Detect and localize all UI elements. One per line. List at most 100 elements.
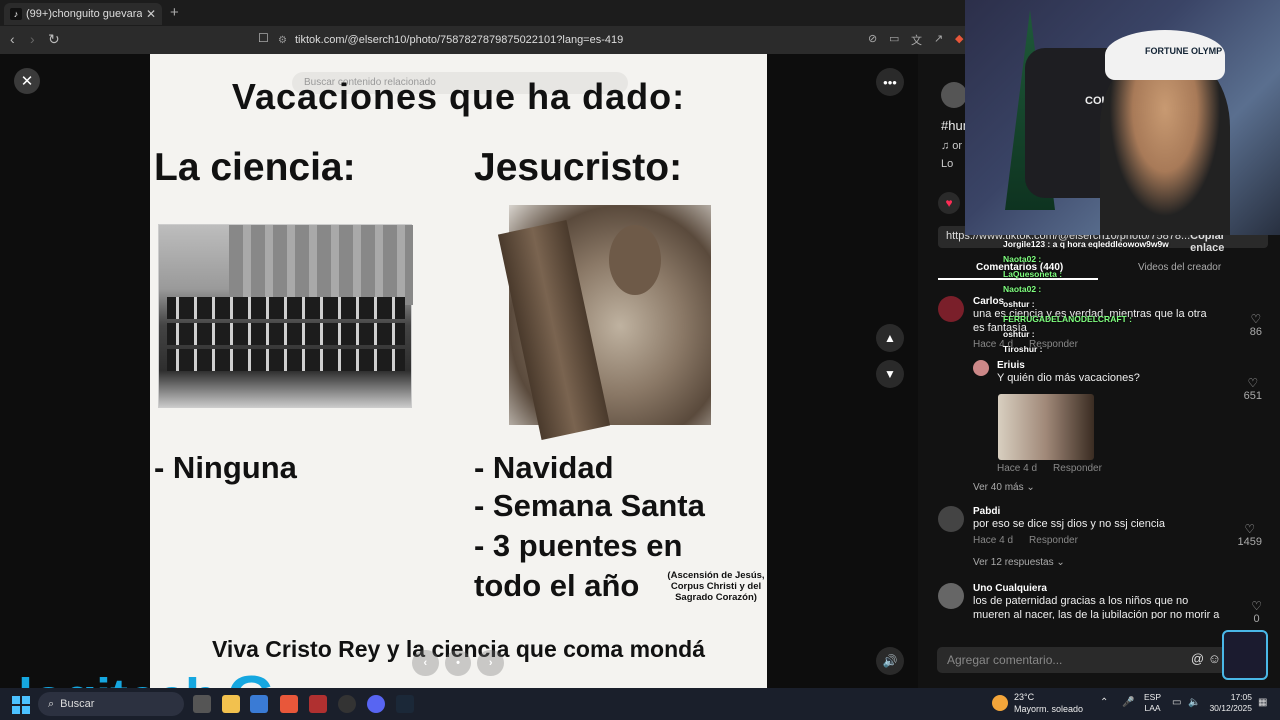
- comment-image[interactable]: [998, 394, 1094, 460]
- comment-reply: Eriuis Y quién dio más vacaciones?: [997, 360, 1197, 385]
- comment-like[interactable]: ♡ 86: [1250, 312, 1262, 338]
- people-row: [167, 349, 405, 371]
- file-explorer-icon[interactable]: [222, 695, 240, 713]
- meme-right-header: Jesucristo:: [474, 146, 683, 189]
- location-link[interactable]: Lo: [941, 158, 953, 170]
- voice-app-icon[interactable]: [309, 695, 327, 713]
- lang-layout: LAA: [1144, 703, 1161, 713]
- tab-close-icon[interactable]: ✕: [146, 7, 156, 21]
- next-slide-icon[interactable]: ›: [477, 650, 505, 676]
- task-view-icon[interactable]: [193, 695, 211, 713]
- system-clock[interactable]: 17:05 30/12/2025: [1208, 692, 1252, 714]
- store-icon[interactable]: [250, 695, 268, 713]
- add-comment-input[interactable]: Agregar comentario... @ ☺: [937, 647, 1227, 673]
- meme-footnote: (Ascensión de Jesús, Corpus Christi y de…: [667, 570, 765, 603]
- avatar[interactable]: [938, 583, 964, 609]
- prev-slide-icon[interactable]: ‹: [412, 650, 439, 676]
- weather-widget[interactable]: 23°C Mayorm. soleado: [992, 691, 1083, 715]
- avatar[interactable]: [938, 296, 964, 322]
- stream-chat-overlay: Jorgile123 : a q hora eqleddleowow9w9w N…: [1003, 237, 1169, 357]
- meme-right-item: - 3 puentes en: [474, 528, 683, 563]
- steam-icon[interactable]: [396, 695, 414, 713]
- comment-author[interactable]: Eriuis: [997, 360, 1197, 371]
- view-more-label: Ver 12 respuestas: [973, 557, 1054, 568]
- chat-line: FERRUGADELANODELCRAFT :: [1003, 314, 1132, 324]
- mention-emoji-icons[interactable]: @ ☺: [1191, 651, 1221, 666]
- tray-overflow-icon[interactable]: ⌃: [1100, 697, 1108, 708]
- notification-icon[interactable]: ▦: [1258, 697, 1267, 708]
- taskbar-search[interactable]: ⌕ Buscar: [38, 692, 184, 716]
- jesus-muscular-photo: [497, 205, 711, 440]
- volume-icon[interactable]: 🔈: [1188, 697, 1200, 708]
- ellipsis-icon: •••: [883, 74, 897, 90]
- meme-left-item: - Ninguna: [154, 450, 297, 485]
- address-bar[interactable]: ⚙ tiktok.com/@elserch10/photo/7587827879…: [278, 29, 968, 51]
- back-icon[interactable]: ‹: [10, 31, 15, 47]
- microphone-icon[interactable]: 🎤: [1122, 697, 1134, 708]
- pip-icon[interactable]: ▭: [889, 32, 899, 45]
- weather-condition: Mayorm. soleado: [1014, 704, 1084, 714]
- obs-icon[interactable]: [338, 695, 356, 713]
- network-icon[interactable]: ▭: [1172, 697, 1181, 708]
- carousel-pager: ‹ • ›: [412, 650, 505, 676]
- slide-dot-icon[interactable]: •: [444, 650, 472, 676]
- comment: Uno Cualquiera los de paternidad gracias…: [973, 583, 1223, 619]
- site-info-icon[interactable]: ⚙: [278, 35, 287, 46]
- add-comment-placeholder: Agregar comentario...: [947, 653, 1063, 667]
- search-placeholder: Buscar: [60, 698, 95, 710]
- chat-line: Naota02 :: [1003, 254, 1042, 264]
- brave-shield-icon[interactable]: ◆: [955, 32, 963, 45]
- comment-meta: Hace 4 d Responder: [997, 463, 1118, 474]
- comment-text: por eso se dice ssj dios y no ssj cienci…: [973, 518, 1165, 530]
- comment-author[interactable]: Pabdi: [973, 506, 1213, 517]
- pixel-mascot-icon: [1222, 630, 1268, 680]
- reply-button[interactable]: Responder: [1029, 535, 1078, 546]
- share-icon[interactable]: ↗: [934, 32, 943, 45]
- chevron-down-icon: ▼: [884, 367, 896, 381]
- reply-button[interactable]: Responder: [1053, 463, 1102, 474]
- view-more-replies[interactable]: Ver 40 más ⌄: [973, 482, 1035, 493]
- forward-icon[interactable]: ›: [30, 31, 35, 47]
- meme-right-item: - Semana Santa: [474, 488, 705, 523]
- music-link[interactable]: ♫ or: [941, 140, 962, 152]
- avatar[interactable]: [938, 506, 964, 532]
- next-post-button[interactable]: ▼: [876, 360, 904, 388]
- comment-like[interactable]: ♡ 651: [1244, 376, 1262, 402]
- chat-line: oshtur :: [1003, 299, 1035, 309]
- volume-button[interactable]: 🔊: [876, 647, 904, 675]
- temperature: 23°C: [1014, 692, 1035, 702]
- discord-icon[interactable]: [367, 695, 385, 713]
- comment-like[interactable]: ♡ 1459: [1238, 522, 1262, 548]
- previous-post-button[interactable]: ▲: [876, 324, 904, 352]
- browser-tab[interactable]: ♪ (99+)chonguito guevara (@g ✕: [4, 3, 162, 25]
- more-options-button[interactable]: •••: [876, 68, 904, 96]
- brave-browser-icon[interactable]: [280, 695, 298, 713]
- like-button[interactable]: ♥: [938, 192, 960, 214]
- screen: ♪ (99+)chonguito guevara (@g ✕ + ‹ › ↻ ☐…: [0, 0, 1280, 720]
- science-group-photo: [158, 224, 413, 408]
- language-indicator[interactable]: ESP LAA: [1144, 692, 1161, 714]
- view-more-replies[interactable]: Ver 12 respuestas ⌄: [973, 557, 1065, 568]
- clock-time: 17:05: [1230, 692, 1252, 702]
- comment-author[interactable]: Uno Cualquiera: [973, 583, 1223, 594]
- chat-line: LaQuesoneta :: [1003, 269, 1063, 279]
- heart-icon: ♥: [945, 196, 953, 210]
- meme-right-item: - Navidad: [474, 450, 614, 485]
- meme-right-item: todo el año: [474, 568, 640, 603]
- heart-outline-icon: ♡: [1250, 312, 1262, 326]
- reload-icon[interactable]: ↻: [48, 31, 60, 48]
- close-viewer-button[interactable]: ✕: [14, 68, 40, 94]
- comment: Pabdi por eso se dice ssj dios y no ssj …: [973, 506, 1213, 546]
- speaker-icon: 🔊: [882, 654, 898, 668]
- start-button[interactable]: [12, 696, 30, 714]
- creator-avatar[interactable]: [941, 82, 967, 108]
- heart-outline-icon: ♡: [1251, 599, 1262, 613]
- avatar[interactable]: [973, 360, 989, 376]
- new-tab-icon[interactable]: +: [170, 4, 179, 21]
- cap-text: FORTUNE OLYMP: [1145, 46, 1223, 56]
- translate-icon[interactable]: 文: [911, 32, 922, 48]
- comment-like[interactable]: ♡ 0: [1251, 599, 1262, 625]
- people-row: [167, 297, 405, 319]
- bookmark-icon[interactable]: ☐: [258, 31, 269, 45]
- block-icon[interactable]: ⊘: [868, 32, 877, 45]
